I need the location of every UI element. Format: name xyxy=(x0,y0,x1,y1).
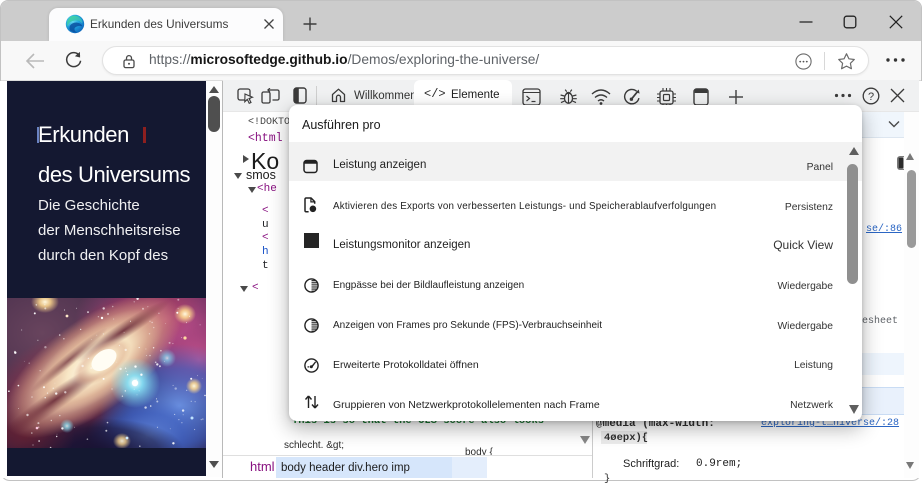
svg-text:?: ? xyxy=(868,91,874,103)
